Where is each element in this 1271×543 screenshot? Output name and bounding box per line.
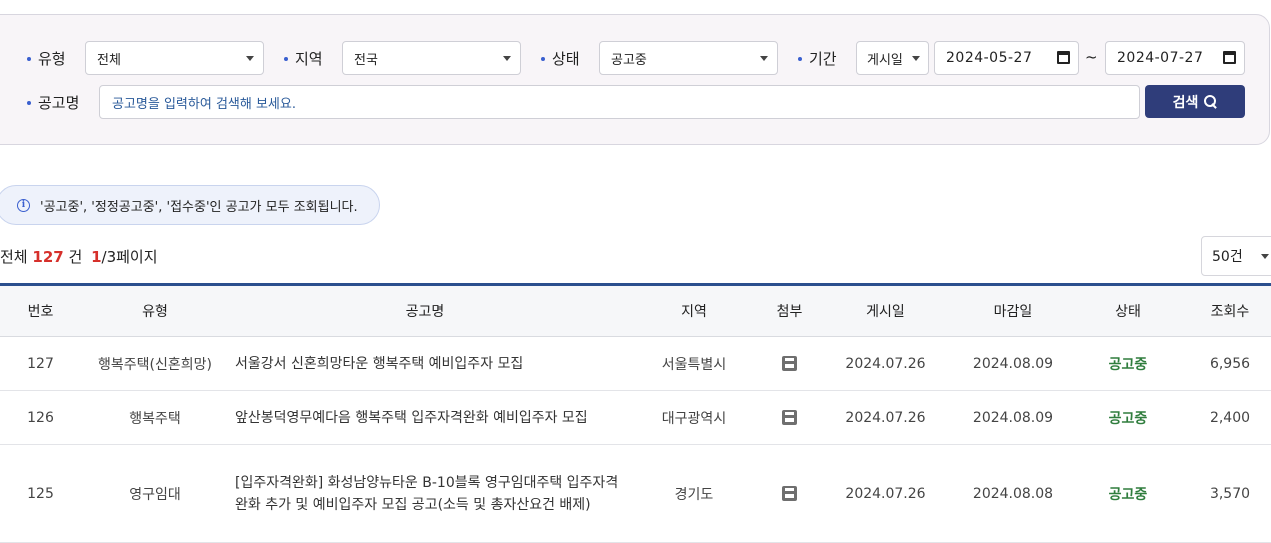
period-filter-label: 기간 [798,48,837,69]
table-row[interactable]: 125 영구임대 [입주자격완화] 화성남양뉴타운 B-10블록 영구임대주택 … [0,444,1271,543]
bullet-dot [27,56,31,61]
file-icon[interactable] [782,356,797,371]
status-badge: 공고중 [1067,336,1189,391]
period-kind-select[interactable]: 게시일 [856,41,929,75]
row-type: 영구임대 [81,444,229,543]
row-attachment [767,336,812,391]
date-range-separator: ~ [1085,48,1098,66]
column-header: 첨부 [767,284,812,337]
calendar-icon[interactable] [1057,51,1070,64]
row-attachment [767,444,812,543]
file-icon[interactable] [782,410,797,425]
type-select[interactable]: 전체 [85,41,264,75]
column-header: 지역 [621,284,767,337]
row-deadline: 2024.08.09 [959,336,1067,391]
chevron-down-icon [503,56,511,61]
file-icon[interactable] [782,486,797,501]
row-title-link[interactable]: [입주자격완화] 화성남양뉴타운 B-10블록 영구임대주택 입주자격완화 추가… [229,444,621,543]
status-badge: 공고중 [1067,444,1189,543]
bullet-dot [284,56,288,61]
chevron-down-icon [246,56,254,61]
name-filter-label: 공고명 [27,92,79,113]
column-header: 게시일 [812,284,959,337]
notice-table: 번호 유형 공고명 지역 첨부 게시일 마감일 상태 조회수 127 행복주택(… [0,283,1271,543]
result-summary: 전체 127 건 1/3페이지 [0,248,158,266]
region-filter-label: 지역 [284,48,323,69]
row-views: 2,400 [1189,390,1271,445]
column-header: 유형 [81,284,229,337]
current-page: 1 [91,248,102,266]
bullet-dot [798,56,802,61]
row-title-link[interactable]: 앞산봉덕영무예다음 행복주택 입주자격완화 예비입주자 모집 [229,390,621,445]
row-type: 행복주택(신혼희망) [81,336,229,391]
notice-text: '공고중', '정정공고중', '접수중'인 공고가 모두 조회됩니다. [40,199,358,215]
region-select[interactable]: 전국 [342,41,521,75]
date-to-input[interactable]: 2024-07-27 [1105,41,1245,75]
type-filter-label: 유형 [27,48,66,69]
row-number: 126 [0,390,81,445]
row-number: 127 [0,336,81,391]
row-attachment [767,390,812,445]
column-header: 공고명 [229,284,621,337]
row-views: 3,570 [1189,444,1271,543]
column-header: 상태 [1067,284,1189,337]
page-size-select[interactable]: 50건 [1201,236,1271,276]
row-deadline: 2024.08.09 [959,390,1067,445]
row-posted-date: 2024.07.26 [812,336,959,391]
row-posted-date: 2024.07.26 [812,390,959,445]
table-row[interactable]: 126 행복주택 앞산봉덕영무예다음 행복주택 입주자격완화 예비입주자 모집 … [0,390,1271,445]
table-header-row: 번호 유형 공고명 지역 첨부 게시일 마감일 상태 조회수 [0,284,1271,337]
row-views: 6,956 [1189,336,1271,391]
row-region: 서울특별시 [621,336,767,391]
notice-banner: i '공고중', '정정공고중', '접수중'인 공고가 모두 조회됩니다. [0,185,380,225]
search-filter-panel [0,14,1270,145]
column-header: 마감일 [959,284,1067,337]
total-count: 127 [32,248,64,266]
chevron-down-icon [1261,254,1269,259]
row-deadline: 2024.08.08 [959,444,1067,543]
column-header: 조회수 [1189,284,1271,337]
calendar-icon[interactable] [1223,51,1236,64]
chevron-down-icon [760,56,768,61]
search-input[interactable]: 공고명을 입력하여 검색해 보세요. [99,85,1140,119]
status-select[interactable]: 공고중 [599,41,778,75]
row-title-link[interactable]: 서울강서 신혼희망타운 행복주택 예비입주자 모집 [229,336,621,391]
chevron-down-icon [912,56,920,61]
row-region: 대구광역시 [621,390,767,445]
row-region: 경기도 [621,444,767,543]
row-posted-date: 2024.07.26 [812,444,959,543]
column-header: 번호 [0,284,81,337]
bullet-dot [27,100,31,105]
info-icon: i [17,198,30,212]
search-button[interactable]: 검색 [1145,85,1245,118]
table-row[interactable]: 127 행복주택(신혼희망) 서울강서 신혼희망타운 행복주택 예비입주자 모집… [0,336,1271,391]
row-number: 125 [0,444,81,543]
status-filter-label: 상태 [541,48,580,69]
row-type: 행복주택 [81,390,229,445]
status-badge: 공고중 [1067,390,1189,445]
bullet-dot [541,56,545,61]
search-icon [1204,95,1217,108]
date-from-input[interactable]: 2024-05-27 [934,41,1079,75]
